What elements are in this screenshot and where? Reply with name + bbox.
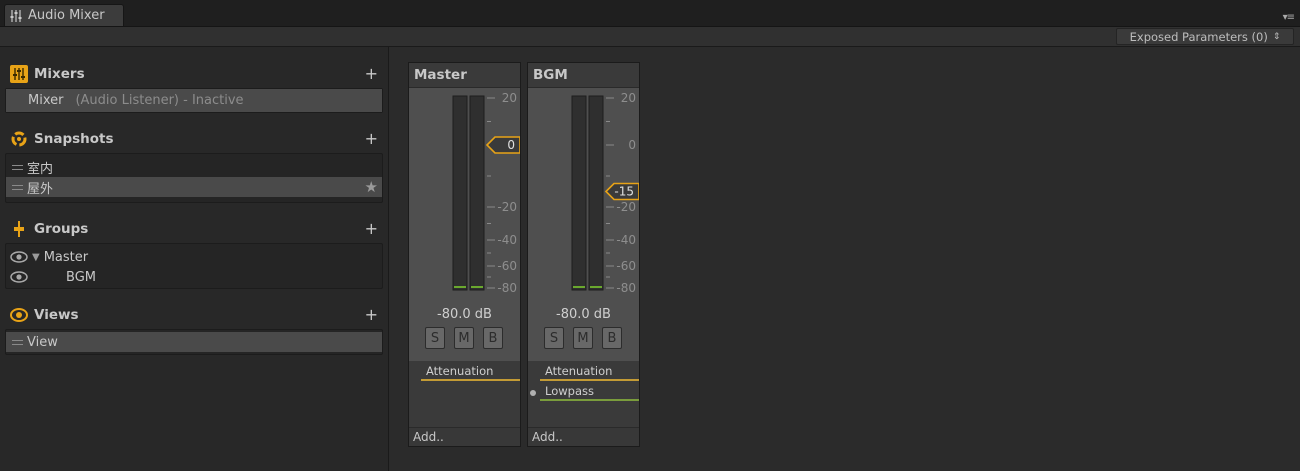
add-group-button[interactable]: + [365, 219, 378, 238]
groups-list: ▼ Master BGM [5, 243, 383, 289]
drag-handle-icon[interactable] [12, 339, 23, 345]
attenuation-fader-handle[interactable]: 0 [485, 136, 520, 154]
mixers-list: Mixer (Audio Listener) - Inactive [5, 88, 383, 113]
bypass-button[interactable]: B [602, 327, 622, 349]
groups-title: Groups [34, 221, 89, 237]
scale-label: -20 [497, 200, 517, 214]
scale-label: -20 [616, 200, 636, 214]
list-item[interactable]: BGM [6, 267, 382, 287]
mute-button[interactable]: M [454, 327, 474, 349]
exposed-parameters-label: Exposed Parameters (0) [1129, 29, 1268, 44]
effect-attenuation[interactable]: Attenuation [421, 363, 520, 381]
scale-label: -60 [497, 259, 517, 273]
fader-value: 0 [507, 138, 515, 152]
mixer-sliders-icon [10, 9, 22, 22]
db-readout: -80.0 dB [556, 307, 611, 322]
scale-label: -40 [497, 233, 517, 247]
list-item[interactable]: View [6, 332, 382, 352]
scale-label: 0 [628, 138, 636, 152]
snapshot-cycle-icon [11, 131, 27, 147]
level-meter[interactable]: 20 0 -20 -40 -60 -80 -15 [528, 88, 639, 303]
attenuation-fader-handle[interactable]: -15 [604, 182, 639, 201]
effect-dot-icon [530, 390, 536, 396]
effects-list: Attenuation [409, 361, 520, 427]
tab-title: Audio Mixer [28, 8, 105, 23]
add-effect-button[interactable]: Add.. [528, 427, 639, 446]
views-list: View [5, 329, 383, 355]
meter-channel-left [571, 95, 587, 291]
tab-bar: Audio Mixer ▾≡ [0, 0, 1300, 27]
strip-title: BGM [528, 63, 639, 88]
expand-triangle-icon[interactable]: ▼ [32, 252, 40, 263]
exposed-parameters-dropdown[interactable]: Exposed Parameters (0) ⇕ [1116, 28, 1294, 45]
tab-menu-icon[interactable]: ▾≡ [1283, 12, 1295, 23]
solo-button[interactable]: S [425, 327, 445, 349]
star-icon[interactable]: ★ [365, 178, 378, 196]
dropdown-arrows-icon: ⇕ [1272, 31, 1281, 42]
channel-strip-master: Master 200-20-40-60-800 -80.0 dB S M B A… [408, 62, 521, 447]
fader-value: -15 [614, 185, 634, 199]
add-effect-button[interactable]: Add.. [409, 427, 520, 446]
scale-label: 20 [502, 91, 517, 105]
group-name: Master [43, 249, 89, 265]
mixer-detail: (Audio Listener) - Inactive [75, 93, 244, 108]
snapshot-name: 屋外 [27, 181, 54, 197]
meter-channel-right [469, 95, 485, 291]
db-readout: -80.0 dB [437, 307, 492, 322]
meter-channel-right [588, 95, 604, 291]
mixers-title: Mixers [34, 66, 85, 82]
groups-header: Groups + [10, 218, 380, 240]
solo-button[interactable]: S [544, 327, 564, 349]
eye-icon[interactable] [10, 271, 28, 283]
group-name: BGM [66, 269, 96, 285]
effects-list: Attenuation Lowpass [528, 361, 639, 427]
meter-level-left [573, 286, 585, 288]
snapshot-name: 室内 [27, 161, 54, 177]
mixer-icon [10, 65, 28, 83]
effect-lowpass[interactable]: Lowpass [540, 383, 639, 401]
add-view-button[interactable]: + [365, 305, 378, 324]
bypass-button[interactable]: B [483, 327, 503, 349]
tab-audio-mixer[interactable]: Audio Mixer [4, 4, 124, 26]
mixer-strips-area: Master 20 0 -20 -40 -60 -80 0 -80.0 dB S M B A… [389, 47, 1300, 471]
views-header: Views + [10, 304, 380, 326]
toolbar: Exposed Parameters (0) ⇕ [0, 27, 1300, 47]
level-meter[interactable]: 200-20-40-60-800 [409, 88, 520, 303]
list-item[interactable]: ▼ Master [6, 247, 382, 267]
meter-level-right [471, 286, 483, 288]
list-item[interactable]: 屋外 ★ [6, 177, 382, 197]
meter-level-right [590, 286, 602, 288]
add-mixer-button[interactable]: + [365, 64, 378, 83]
meter-channel-left [452, 95, 468, 291]
eye-icon[interactable] [10, 251, 28, 263]
scale-label: -60 [616, 259, 636, 273]
drag-handle-icon[interactable] [12, 164, 23, 170]
strip-title: Master [409, 63, 520, 88]
mute-button[interactable]: M [573, 327, 593, 349]
scale-label: 20 [621, 91, 636, 105]
scale-label: -80 [616, 281, 636, 295]
scale-label: -80 [497, 281, 517, 295]
group-fader-icon [14, 221, 24, 237]
sidebar: Mixers + Mixer (Audio Listener) - Inacti… [0, 47, 389, 471]
snapshots-header: Snapshots + [10, 128, 380, 150]
effect-attenuation[interactable]: Attenuation [540, 363, 639, 381]
snapshots-list: 室内 屋外 ★ [5, 153, 383, 203]
snapshots-title: Snapshots [34, 131, 114, 147]
views-title: Views [34, 307, 79, 323]
add-snapshot-button[interactable]: + [365, 129, 378, 148]
view-name: View [27, 334, 58, 350]
drag-handle-icon[interactable] [12, 184, 23, 190]
scale-label: -40 [616, 233, 636, 247]
eye-icon [10, 308, 28, 322]
meter-level-left [454, 286, 466, 288]
mixer-name: Mixer [28, 93, 64, 108]
channel-strip-bgm: BGM 20 0 -20 -40 -60 -80 -15 -80.0 dB S M B At… [527, 62, 640, 447]
list-item[interactable]: 室内 [6, 157, 382, 177]
list-item[interactable]: Mixer (Audio Listener) - Inactive [6, 89, 382, 112]
mixers-header: Mixers + [10, 63, 380, 85]
